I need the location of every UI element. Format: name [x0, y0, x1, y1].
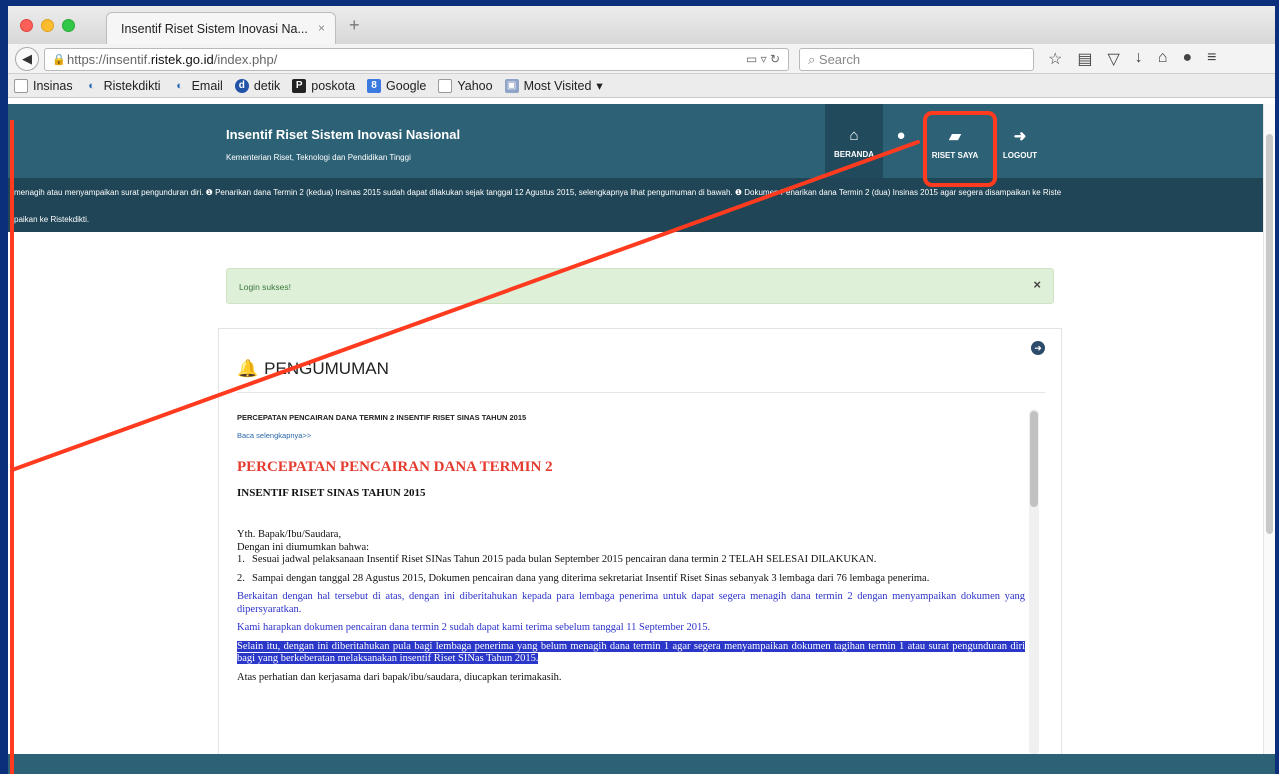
- url-prefix: https://insentif.: [67, 52, 151, 67]
- web-page: Insentif Riset Sistem Inovasi Nasional K…: [8, 104, 1275, 774]
- bookmark-google[interactable]: 8 Google: [367, 78, 426, 93]
- site-header: Insentif Riset Sistem Inovasi Nasional K…: [8, 104, 1275, 178]
- dropdown-icon[interactable]: ▿: [761, 52, 767, 66]
- highlighted-text: Selain itu, dengan ini diberitahukan pul…: [237, 640, 1025, 664]
- url-domain: ristek.go.id: [150, 52, 214, 67]
- url-suffix: /index.php/: [213, 52, 278, 67]
- new-tab-button[interactable]: +: [349, 15, 360, 36]
- annotation-highlight-box: [923, 111, 997, 187]
- ristek-icon: ◐: [176, 79, 183, 92]
- login-success-alert: Login sukses! ×: [226, 268, 1054, 304]
- announcement-heading: 🔔 PENGUMUMAN: [237, 359, 389, 379]
- blank-page-icon: [14, 78, 28, 93]
- ticker-line-2: paikan ke Ristekdikti.: [14, 215, 90, 224]
- folder-icon: ▣: [504, 78, 519, 93]
- announcement-content[interactable]: PERCEPATAN PENCAIRAN DANA TERMIN 2 INSEN…: [237, 405, 1033, 759]
- zoom-window-button[interactable]: [62, 19, 75, 32]
- minimize-window-button[interactable]: [41, 19, 54, 32]
- content-scrollbar[interactable]: [1029, 409, 1039, 755]
- list-item: 2. Sampai dengan tanggal 28 Agustus 2015…: [237, 572, 930, 584]
- announcement-panel: 🔔 PENGUMUMAN ➜ PERCEPATAN PENCAIRAN DANA…: [218, 328, 1062, 758]
- nav-beranda-label: BERANDA: [834, 150, 874, 159]
- search-input[interactable]: ⌕ Search: [799, 48, 1034, 71]
- window-controls: [20, 19, 75, 32]
- bookmark-email[interactable]: ◐ Email: [173, 79, 223, 93]
- arrow-right-circle-icon[interactable]: ➜: [1031, 341, 1045, 355]
- poskota-icon: P: [292, 78, 307, 93]
- reload-icon[interactable]: ↻: [770, 52, 780, 66]
- menu-icon[interactable]: ≡: [1207, 49, 1216, 69]
- hello-chat-icon[interactable]: ●: [1182, 49, 1192, 69]
- footer-band: [8, 754, 1275, 774]
- nav-beranda[interactable]: ⌂ BERANDA: [825, 104, 883, 178]
- nav-logout[interactable]: ➜ LOGOUT: [991, 104, 1049, 178]
- toolbar-icons: ☆ ▤ ▽ ↓ ⌂ ● ≡: [1048, 49, 1216, 69]
- bookmark-ristekdikti[interactable]: ◐ Ristekdikti: [85, 79, 160, 93]
- google-icon: 8: [367, 78, 382, 93]
- list-item: 1. Sesuai jadwal pelaksanaan Insentif Ri…: [237, 554, 877, 565]
- bookmark-star-icon[interactable]: ☆: [1048, 49, 1062, 69]
- search-placeholder: Search: [818, 52, 861, 67]
- sign-out-icon: ➜: [1013, 128, 1027, 145]
- content-scrollbar-thumb[interactable]: [1030, 411, 1038, 507]
- bookmark-yahoo[interactable]: Yahoo: [438, 78, 493, 93]
- closing-text: Atas perhatian dan kerjasama dari bapak/…: [237, 671, 562, 683]
- bookmarks-bar: Insinas ◐ Ristekdikti ◐ Email d detik Pposk…: [8, 74, 1275, 98]
- bookmark-insinas[interactable]: Insinas: [14, 78, 73, 93]
- nav-user[interactable]: ●: [883, 104, 919, 178]
- bell-icon: 🔔: [237, 359, 259, 378]
- news-ticker: menagih atau menyampaikan surat pengundu…: [8, 178, 1275, 232]
- close-window-button[interactable]: [20, 19, 33, 32]
- intro: Dengan ini diumumkan bahwa:: [237, 541, 370, 553]
- paragraph-highlighted: Selain itu, dengan ini diberitahukan pul…: [237, 640, 1025, 666]
- ristek-icon: ◐: [88, 79, 95, 92]
- arrow-left-icon: ◀: [22, 51, 32, 66]
- paragraph-blue-2: Kami harapkan dokumen pencairan dana ter…: [237, 622, 711, 633]
- announcement-heading-text: PENGUMUMAN: [264, 359, 389, 378]
- user-icon: ●: [896, 127, 906, 144]
- browser-tab[interactable]: Insentif Riset Sistem Inovasi Na... ×: [106, 12, 336, 44]
- downloads-icon[interactable]: ↓: [1135, 49, 1143, 69]
- page-scrollbar[interactable]: [1263, 104, 1275, 754]
- announcement-big-title: PERCEPATAN PENCAIRAN DANA TERMIN 2: [237, 459, 553, 475]
- search-icon: ⌕: [808, 52, 819, 67]
- nav-logout-label: LOGOUT: [1002, 151, 1038, 160]
- back-button[interactable]: ◀: [15, 47, 39, 71]
- tab-title: Insentif Riset Sistem Inovasi Na...: [121, 22, 308, 36]
- pocket-icon[interactable]: ▽: [1107, 49, 1119, 69]
- tab-close-icon[interactable]: ×: [318, 21, 325, 35]
- site-title[interactable]: Insentif Riset Sistem Inovasi Nasional: [226, 127, 460, 142]
- home-icon[interactable]: ⌂: [1158, 49, 1168, 69]
- address-bar[interactable]: 🔒 https://insentif.ristek.go.id/index.ph…: [44, 48, 789, 71]
- announcement-big-subtitle: INSENTIF RISET SINAS TAHUN 2015: [237, 487, 426, 499]
- annotation-left-bar: [10, 120, 14, 774]
- page-scrollbar-thumb[interactable]: [1266, 134, 1273, 534]
- bookmarks-library-icon[interactable]: ▤: [1077, 49, 1092, 69]
- read-more-link[interactable]: Baca selengkapnya>>: [237, 431, 1025, 440]
- bookmark-most-visited[interactable]: ▣ Most Visited ▾: [504, 78, 603, 93]
- announcement-item-title: PERCEPATAN PENCAIRAN DANA TERMIN 2 INSEN…: [237, 413, 527, 422]
- browser-window: Insentif Riset Sistem Inovasi Na... × + …: [0, 0, 1279, 774]
- ticker-line-1: menagih atau menyampaikan surat pengundu…: [14, 188, 1062, 197]
- alert-close-icon[interactable]: ×: [1033, 277, 1041, 292]
- home-icon: ⌂: [849, 127, 859, 144]
- bookmark-detik[interactable]: d detik: [234, 78, 280, 93]
- paragraph-blue-1: Berkaitan dengan hal tersebut di atas, d…: [237, 591, 1025, 615]
- reader-view-icon[interactable]: ▭: [746, 52, 757, 66]
- greeting: Yth. Bapak/Ibu/Saudara,: [237, 529, 342, 540]
- detik-icon: d: [234, 78, 249, 93]
- blank-page-icon: [438, 78, 453, 93]
- chevron-down-icon: ▾: [596, 79, 603, 93]
- divider: [237, 392, 1045, 393]
- navigation-toolbar: ◀ 🔒 https://insentif.ristek.go.id/index.…: [8, 44, 1275, 74]
- title-bar: Insentif Riset Sistem Inovasi Na... × +: [8, 6, 1275, 44]
- bookmark-poskota[interactable]: Pposkota: [292, 78, 355, 93]
- alert-message: Login sukses!: [239, 282, 291, 292]
- site-subtitle: Kementerian Riset, Teknologi dan Pendidi…: [226, 153, 411, 162]
- lock-icon: 🔒: [52, 54, 66, 66]
